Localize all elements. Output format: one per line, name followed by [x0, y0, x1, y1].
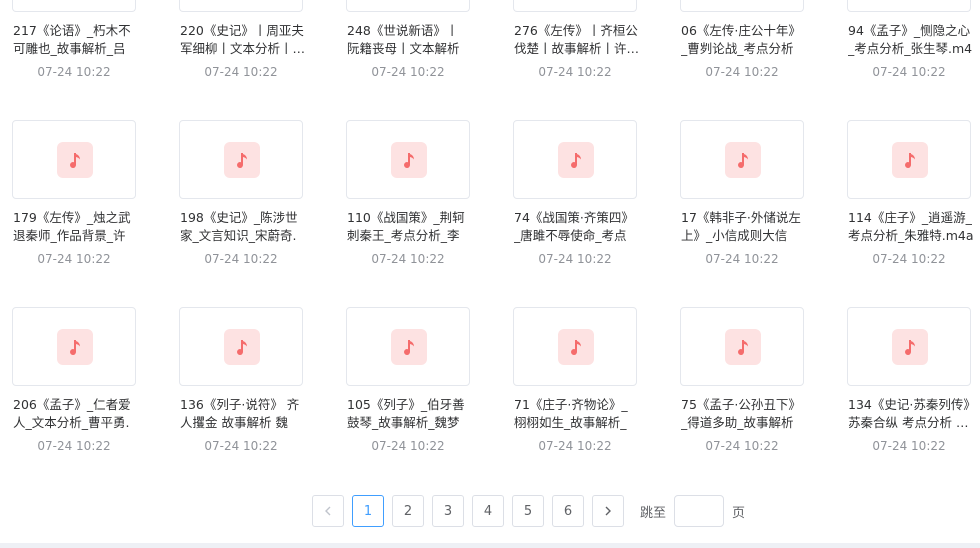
music-note-icon: [224, 142, 260, 178]
file-timestamp: 07-24 10:22: [538, 65, 612, 79]
file-timestamp: 07-24 10:22: [204, 65, 278, 79]
file-name[interactable]: 179《左传》_烛之武退秦师_作品背景_许希…: [13, 209, 139, 245]
file-timestamp: 07-24 10:22: [371, 252, 445, 266]
music-note-icon: [391, 142, 427, 178]
page-button-1[interactable]: 1: [352, 495, 384, 527]
file-thumbnail[interactable]: [680, 307, 804, 386]
file-name[interactable]: 198《史记》_陈涉世家_文言知识_宋蔚奇.m4a: [180, 209, 306, 245]
page-unit-label: 页: [732, 505, 746, 521]
file-thumbnail[interactable]: [847, 120, 971, 199]
next-page-button[interactable]: [592, 495, 624, 527]
file-name[interactable]: 105《列子》_伯牙善鼓琴_故事解析_魏梦琦…: [347, 396, 473, 432]
music-note-icon: [224, 329, 260, 365]
file-name[interactable]: 75《孟子·公孙丑下》_得道多助_故事解析_…: [681, 396, 807, 432]
page-button-5[interactable]: 5: [512, 495, 544, 527]
file-name[interactable]: 71《庄子·齐物论》_栩栩如生_故事解析_朱…: [514, 396, 640, 432]
file-thumbnail[interactable]: [513, 307, 637, 386]
file-thumbnail[interactable]: [12, 0, 136, 12]
file-thumbnail[interactable]: [847, 307, 971, 386]
file-name[interactable]: 94《孟子》_恻隐之心_考点分析_张生琴.m4a: [848, 22, 974, 58]
file-timestamp: 07-24 10:22: [705, 439, 779, 453]
file-name[interactable]: 114《庄子》_逍遥游_考点分析_朱雅特.m4a: [848, 209, 974, 245]
music-note-icon: [725, 142, 761, 178]
file-name[interactable]: 06《左传·庄公十年》_曹刿论战_考点分析_…: [681, 22, 807, 58]
file-thumbnail[interactable]: [346, 120, 470, 199]
music-note-icon: [892, 142, 928, 178]
music-note-icon: [892, 329, 928, 365]
file-timestamp: 07-24 10:22: [37, 439, 111, 453]
file-thumbnail[interactable]: [179, 307, 303, 386]
file-thumbnail[interactable]: [680, 0, 804, 12]
file-timestamp: 07-24 10:22: [705, 65, 779, 79]
file-name[interactable]: 206《孟子》_仁者爱人_文本分析_曹平勇.m4a: [13, 396, 139, 432]
file-name[interactable]: 276《左传》丨齐桓公伐楚丨故事解析丨许…: [514, 22, 640, 58]
music-note-icon: [725, 329, 761, 365]
file-thumbnail[interactable]: [847, 0, 971, 12]
bottom-scrollbar-track: [0, 543, 980, 548]
file-timestamp: 07-24 10:22: [204, 252, 278, 266]
pagination: 1 2 3 4 5 6 跳至 页: [312, 495, 745, 527]
jump-label: 跳至: [640, 505, 667, 521]
music-note-icon: [558, 329, 594, 365]
file-timestamp: 07-24 10:22: [872, 252, 946, 266]
file-timestamp: 07-24 10:22: [37, 65, 111, 79]
file-timestamp: 07-24 10:22: [872, 65, 946, 79]
file-name[interactable]: 134《史记·苏秦列传》苏秦合纵 考点分析 …: [848, 396, 974, 432]
file-thumbnail[interactable]: [179, 120, 303, 199]
file-thumbnail[interactable]: [513, 0, 637, 12]
file-name[interactable]: 17《韩非子·外储说左上》_小信成则大信立…: [681, 209, 807, 245]
jump-page-input[interactable]: [674, 495, 725, 527]
file-timestamp: 07-24 10:22: [204, 439, 278, 453]
file-thumbnail[interactable]: [346, 307, 470, 386]
prev-page-button[interactable]: [312, 495, 344, 527]
page-button-4[interactable]: 4: [472, 495, 504, 527]
file-name[interactable]: 74《战国策·齐策四》_唐雎不辱使命_考点分…: [514, 209, 640, 245]
file-grid-page: 217《论语》_朽木不可雕也_故事解析_吕书… 07-24 10:22 220《史记…: [0, 0, 980, 548]
file-thumbnail[interactable]: [179, 0, 303, 12]
file-thumbnail[interactable]: [12, 120, 136, 199]
music-note-icon: [558, 142, 594, 178]
file-name[interactable]: 248《世说新语》丨 阮籍丧母丨文本解析丨…: [347, 22, 473, 58]
file-name[interactable]: 220《史记》丨周亚夫军细柳丨文本分析丨…: [180, 22, 306, 58]
music-note-icon: [57, 142, 93, 178]
file-timestamp: 07-24 10:22: [371, 439, 445, 453]
page-button-2[interactable]: 2: [392, 495, 424, 527]
music-note-icon: [57, 329, 93, 365]
music-note-icon: [391, 329, 427, 365]
file-thumbnail[interactable]: [513, 120, 637, 199]
file-timestamp: 07-24 10:22: [872, 439, 946, 453]
chevron-left-icon: [325, 506, 331, 516]
file-timestamp: 07-24 10:22: [37, 252, 111, 266]
file-name[interactable]: 217《论语》_朽木不可雕也_故事解析_吕书…: [13, 22, 139, 58]
file-thumbnail[interactable]: [680, 120, 804, 199]
file-name[interactable]: 110《战国策》_荆轲刺秦王_考点分析_李春…: [347, 209, 473, 245]
file-timestamp: 07-24 10:22: [371, 65, 445, 79]
page-button-3[interactable]: 3: [432, 495, 464, 527]
file-thumbnail[interactable]: [346, 0, 470, 12]
file-timestamp: 07-24 10:22: [538, 439, 612, 453]
chevron-right-icon: [605, 506, 611, 516]
file-timestamp: 07-24 10:22: [538, 252, 612, 266]
file-name[interactable]: 136《列子·说符》 齐人攫金 故事解析 魏梦…: [180, 396, 306, 432]
page-button-6[interactable]: 6: [552, 495, 584, 527]
file-timestamp: 07-24 10:22: [705, 252, 779, 266]
file-thumbnail[interactable]: [12, 307, 136, 386]
